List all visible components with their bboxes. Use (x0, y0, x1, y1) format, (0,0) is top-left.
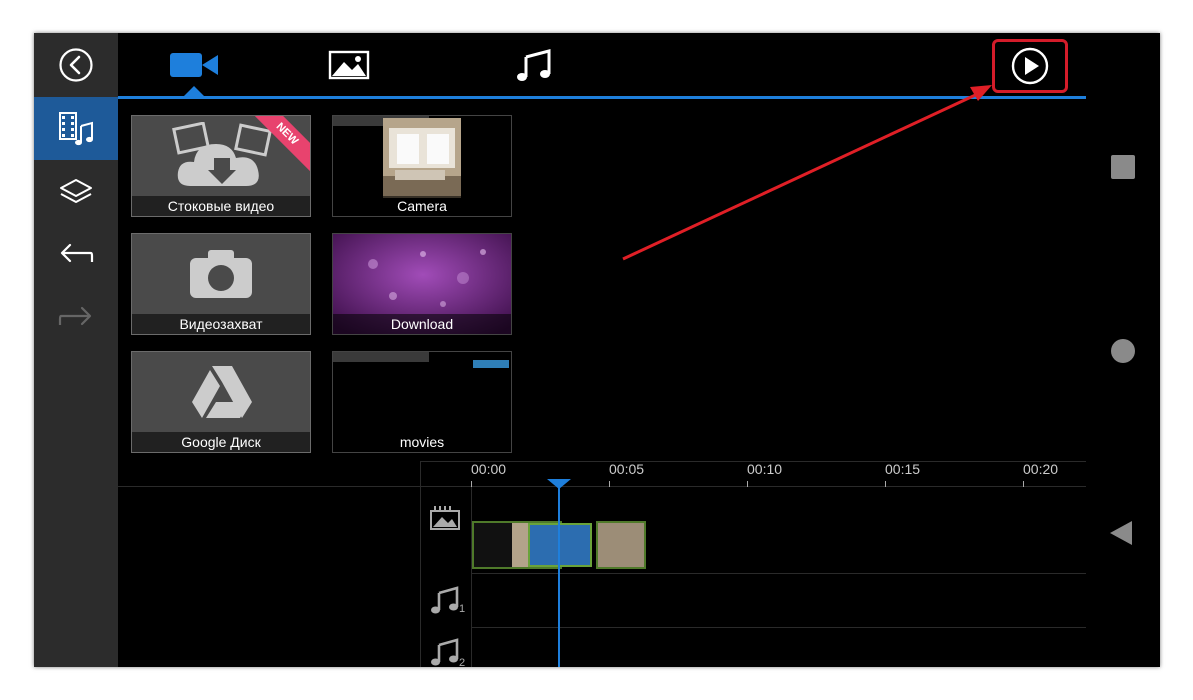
video-track-icon (430, 506, 460, 530)
tile-label: Camera (333, 196, 511, 216)
tile-label: Download (333, 314, 511, 334)
folder-tab (333, 352, 429, 362)
tick (1023, 481, 1024, 487)
stock-videos-tile[interactable]: NEW Стоковые видео (131, 115, 311, 217)
tick-label: 00:15 (885, 461, 921, 477)
app-screen: NEW Стоковые видео Camera Видеозахват Do… (34, 33, 1160, 667)
folder-thumbnail (383, 118, 461, 198)
audio-track-icon (431, 586, 459, 614)
download-folder-tile[interactable]: Download (332, 233, 512, 335)
recent-apps-button[interactable] (1111, 155, 1135, 179)
tick-label: 00:10 (747, 461, 783, 477)
tick-label: 00:00 (471, 461, 507, 477)
video-capture-tile[interactable]: Видеозахват (131, 233, 311, 335)
track-separator (472, 627, 1086, 628)
tile-label: Видеозахват (132, 314, 310, 334)
audio-track-number: 2 (459, 657, 466, 667)
home-button[interactable] (1111, 339, 1135, 363)
cloud-download-icon (172, 122, 272, 186)
tile-label: movies (399, 434, 445, 450)
camera-icon (190, 250, 252, 298)
tick (885, 481, 886, 487)
playhead-handle[interactable] (547, 479, 571, 489)
tile-label: Google Диск (132, 432, 310, 452)
tile-label: Стоковые видео (132, 196, 310, 216)
track-header-divider (420, 461, 421, 667)
back-nav-icon[interactable] (1108, 519, 1134, 547)
tick (609, 481, 610, 487)
tick-label: 00:05 (609, 461, 645, 477)
google-drive-tile[interactable]: Google Диск (131, 351, 311, 453)
tick-label: 00:20 (1023, 461, 1059, 477)
video-clip[interactable] (596, 521, 646, 569)
track-separator (472, 573, 1086, 574)
camera-folder-tile[interactable]: Camera (332, 115, 512, 217)
google-drive-icon (192, 366, 252, 418)
playhead[interactable] (558, 483, 560, 667)
timeline: 00:00 00:05 00:10 00:15 00:20 1 2 (118, 461, 1086, 667)
app-thumbnail-strip (473, 360, 509, 368)
track-icon-divider (471, 487, 472, 667)
ruler-divider (118, 486, 1086, 487)
tick (747, 481, 748, 487)
audio-track-icon (431, 638, 459, 666)
movies-folder-tile[interactable]: movies (332, 351, 512, 453)
tick (471, 481, 472, 487)
audio-track-number: 1 (459, 603, 466, 615)
selected-clip[interactable] (528, 523, 592, 567)
